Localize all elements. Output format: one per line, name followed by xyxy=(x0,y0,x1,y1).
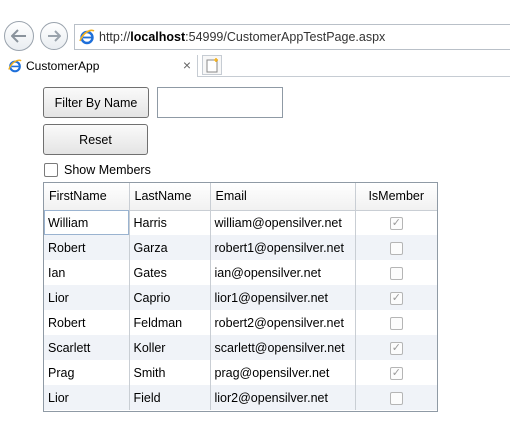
forward-button[interactable] xyxy=(40,22,68,50)
table-row[interactable]: William Harris william@opensilver.net ✓ xyxy=(44,210,437,235)
back-arrow-icon xyxy=(11,29,26,43)
ismember-checkbox[interactable] xyxy=(389,266,403,280)
column-header-firstname[interactable]: FirstName xyxy=(44,183,130,211)
ie-logo-icon xyxy=(79,29,95,45)
ismember-checkbox[interactable]: ✓ xyxy=(389,216,403,230)
column-header-lastname[interactable]: LastName xyxy=(129,183,211,211)
cell-ismember[interactable]: ✓ xyxy=(355,285,437,310)
cell-email[interactable]: lior2@opensilver.net xyxy=(210,385,356,410)
cell-lastname[interactable]: Smith xyxy=(129,360,211,385)
tab-customerapp[interactable]: CustomerApp × xyxy=(0,55,198,77)
cell-firstname[interactable]: William xyxy=(44,210,130,235)
tab-divider xyxy=(198,76,510,77)
customer-data-grid: FirstName LastName Email IsMember Willia… xyxy=(43,182,438,412)
back-button[interactable] xyxy=(4,21,34,51)
cell-ismember[interactable] xyxy=(355,260,437,285)
ismember-checkbox[interactable]: ✓ xyxy=(389,366,403,380)
checkmark-icon: ✓ xyxy=(391,341,401,354)
tab-strip: CustomerApp × xyxy=(0,55,510,77)
ismember-checkbox[interactable]: ✓ xyxy=(389,291,403,305)
cell-firstname[interactable]: Scarlett xyxy=(44,335,130,360)
ismember-checkbox[interactable] xyxy=(389,391,403,405)
checkmark-icon: ✓ xyxy=(391,291,401,304)
new-tab-button[interactable] xyxy=(202,55,222,75)
cell-email[interactable]: ian@opensilver.net xyxy=(210,260,356,285)
checkmark-icon: ✓ xyxy=(391,216,401,229)
table-row[interactable]: Lior Field lior2@opensilver.net xyxy=(44,385,437,410)
cell-lastname[interactable]: Gates xyxy=(129,260,211,285)
forward-arrow-icon xyxy=(48,30,61,42)
tab-title: CustomerApp xyxy=(26,59,100,73)
cell-email[interactable]: william@opensilver.net xyxy=(210,210,356,235)
cell-email[interactable]: prag@opensilver.net xyxy=(210,360,356,385)
cell-email[interactable]: scarlett@opensilver.net xyxy=(210,335,356,360)
table-row[interactable]: Scarlett Koller scarlett@opensilver.net ✓ xyxy=(44,335,437,360)
cell-ismember[interactable]: ✓ xyxy=(355,335,437,360)
new-tab-icon xyxy=(206,58,218,73)
cell-email[interactable]: robert1@opensilver.net xyxy=(210,235,356,260)
tab-close-icon[interactable]: × xyxy=(183,57,191,73)
show-members-label: Show Members xyxy=(64,163,151,177)
cell-ismember[interactable] xyxy=(355,235,437,260)
cell-firstname[interactable]: Prag xyxy=(44,360,130,385)
column-header-ismember[interactable]: IsMember xyxy=(355,183,437,211)
address-url: http://localhost:54999/CustomerAppTestPa… xyxy=(99,30,386,44)
table-row[interactable]: Prag Smith prag@opensilver.net ✓ xyxy=(44,360,437,385)
table-row[interactable]: Ian Gates ian@opensilver.net xyxy=(44,260,437,285)
show-members-toggle[interactable]: Show Members xyxy=(44,162,151,178)
cell-firstname[interactable]: Lior xyxy=(44,385,130,410)
reset-button[interactable]: Reset xyxy=(43,124,148,155)
name-filter-input[interactable] xyxy=(157,87,283,118)
ismember-checkbox[interactable] xyxy=(389,241,403,255)
cell-ismember[interactable]: ✓ xyxy=(355,210,437,235)
cell-lastname[interactable]: Feldman xyxy=(129,310,211,335)
cell-email[interactable]: lior1@opensilver.net xyxy=(210,285,356,310)
cell-lastname[interactable]: Field xyxy=(129,385,211,410)
cell-firstname[interactable]: Robert xyxy=(44,310,130,335)
cell-ismember[interactable] xyxy=(355,385,437,410)
ismember-checkbox[interactable]: ✓ xyxy=(389,341,403,355)
ismember-checkbox[interactable] xyxy=(389,316,403,330)
cell-lastname[interactable]: Koller xyxy=(129,335,211,360)
cell-firstname[interactable]: Lior xyxy=(44,285,130,310)
cell-lastname[interactable]: Caprio xyxy=(129,285,211,310)
cell-lastname[interactable]: Harris xyxy=(129,210,211,235)
grid-header-row: FirstName LastName Email IsMember xyxy=(44,183,437,211)
cell-firstname[interactable]: Ian xyxy=(44,260,130,285)
filter-by-name-button[interactable]: Filter By Name xyxy=(43,87,149,118)
table-row[interactable]: Robert Garza robert1@opensilver.net xyxy=(44,235,437,260)
cell-ismember[interactable]: ✓ xyxy=(355,360,437,385)
address-bar[interactable]: http://localhost:54999/CustomerAppTestPa… xyxy=(74,24,510,50)
cell-lastname[interactable]: Garza xyxy=(129,235,211,260)
ie-tab-icon xyxy=(8,59,22,73)
column-header-email[interactable]: Email xyxy=(210,183,356,211)
checkmark-icon: ✓ xyxy=(391,366,401,379)
cell-email[interactable]: robert2@opensilver.net xyxy=(210,310,356,335)
cell-firstname[interactable]: Robert xyxy=(44,235,130,260)
show-members-checkbox[interactable] xyxy=(44,163,58,177)
cell-ismember[interactable] xyxy=(355,310,437,335)
table-row[interactable]: Lior Caprio lior1@opensilver.net ✓ xyxy=(44,285,437,310)
table-row[interactable]: Robert Feldman robert2@opensilver.net xyxy=(44,310,437,335)
